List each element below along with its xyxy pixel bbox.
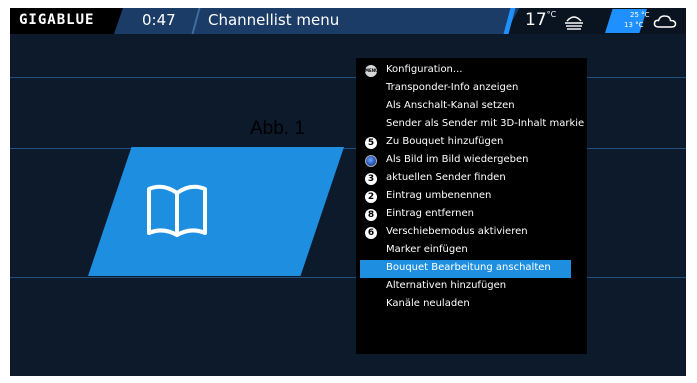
- menu-item-konfiguration[interactable]: MENU Konfiguration...: [356, 62, 587, 80]
- menu-item-label: Konfiguration...: [386, 64, 463, 75]
- key-3-icon: 3: [365, 173, 377, 185]
- menu-item-move-mode[interactable]: 6 Verschiebemodus aktivieren: [356, 224, 587, 242]
- menu-item-label: Eintrag umbenennen: [386, 190, 492, 201]
- figure-label: Abb. 1: [250, 118, 305, 139]
- menu-item-label: Als Bild im Bild wiedergeben: [386, 154, 529, 165]
- tv-screen: GIGABLUE 0:47 Channellist menu 17°C 25 °…: [10, 8, 686, 376]
- forecast-max-temperature: 25 °C: [630, 11, 650, 19]
- brand-logo: GIGABLUE: [19, 12, 95, 28]
- menu-item-mark-3d[interactable]: Sender als Sender mit 3D-Inhalt markie: [356, 116, 587, 134]
- channel-list-tile: [88, 147, 344, 276]
- fog-icon: [565, 16, 583, 30]
- temperature-value: 17: [525, 10, 547, 30]
- menu-item-bouquet-edit-selected[interactable]: Bouquet Bearbeitung anschalten: [360, 260, 571, 278]
- menu-item-label: Alternativen hinzufügen: [386, 280, 507, 291]
- cloud-icon: [653, 15, 677, 28]
- forecast-min-temperature: 13 °C: [624, 21, 644, 29]
- menu-item-transponder-info[interactable]: Transponder-Info anzeigen: [356, 80, 587, 98]
- menu-item-label: Verschiebemodus aktivieren: [386, 226, 528, 237]
- menu-item-label: Sender als Sender mit 3D-Inhalt markie: [386, 118, 585, 129]
- menu-item-add-to-bouquet[interactable]: 5 Zu Bouquet hinzufügen: [356, 134, 587, 152]
- key-8-icon: 8: [365, 209, 377, 221]
- menu-item-label: Transponder-Info anzeigen: [386, 82, 519, 93]
- logo-box: GIGABLUE: [10, 8, 123, 34]
- menu-item-insert-marker[interactable]: Marker einfügen: [356, 242, 587, 260]
- menu-item-set-startup-channel[interactable]: Als Anschalt-Kanal setzen: [356, 98, 587, 116]
- key-2-icon: 2: [365, 191, 377, 203]
- context-menu: MENU Konfiguration... Transponder-Info a…: [356, 58, 587, 354]
- menu-item-label: Kanäle neuladen: [386, 298, 470, 309]
- blue-button-icon: [365, 155, 377, 167]
- key-5-icon: 5: [365, 137, 377, 149]
- temperature-unit: °C: [546, 10, 557, 19]
- page-title: Channellist menu: [208, 11, 340, 29]
- current-temperature: 17°C: [525, 10, 556, 30]
- clock: 0:47: [142, 11, 176, 29]
- menu-item-remove-entry[interactable]: 8 Eintrag entfernen: [356, 206, 587, 224]
- menu-item-label: Bouquet Bearbeitung anschalten: [386, 262, 551, 273]
- menu-item-label: Zu Bouquet hinzufügen: [386, 136, 504, 147]
- menu-item-rename-entry[interactable]: 2 Eintrag umbenennen: [356, 188, 587, 206]
- menu-item-find-current-channel[interactable]: 3 aktuellen Sender finden: [356, 170, 587, 188]
- menu-item-reload-channels[interactable]: Kanäle neuladen: [356, 296, 587, 314]
- key-6-icon: 6: [365, 227, 377, 239]
- menu-item-picture-in-picture[interactable]: Als Bild im Bild wiedergeben: [356, 152, 587, 170]
- book-icon: [147, 184, 207, 237]
- menu-item-label: Marker einfügen: [386, 244, 468, 255]
- menu-key-icon: MENU: [365, 65, 378, 77]
- menu-item-label: Als Anschalt-Kanal setzen: [386, 100, 515, 111]
- menu-item-label: Eintrag entfernen: [386, 208, 474, 219]
- menu-item-add-alternatives[interactable]: Alternativen hinzufügen: [356, 278, 587, 296]
- menu-item-label: aktuellen Sender finden: [386, 172, 506, 183]
